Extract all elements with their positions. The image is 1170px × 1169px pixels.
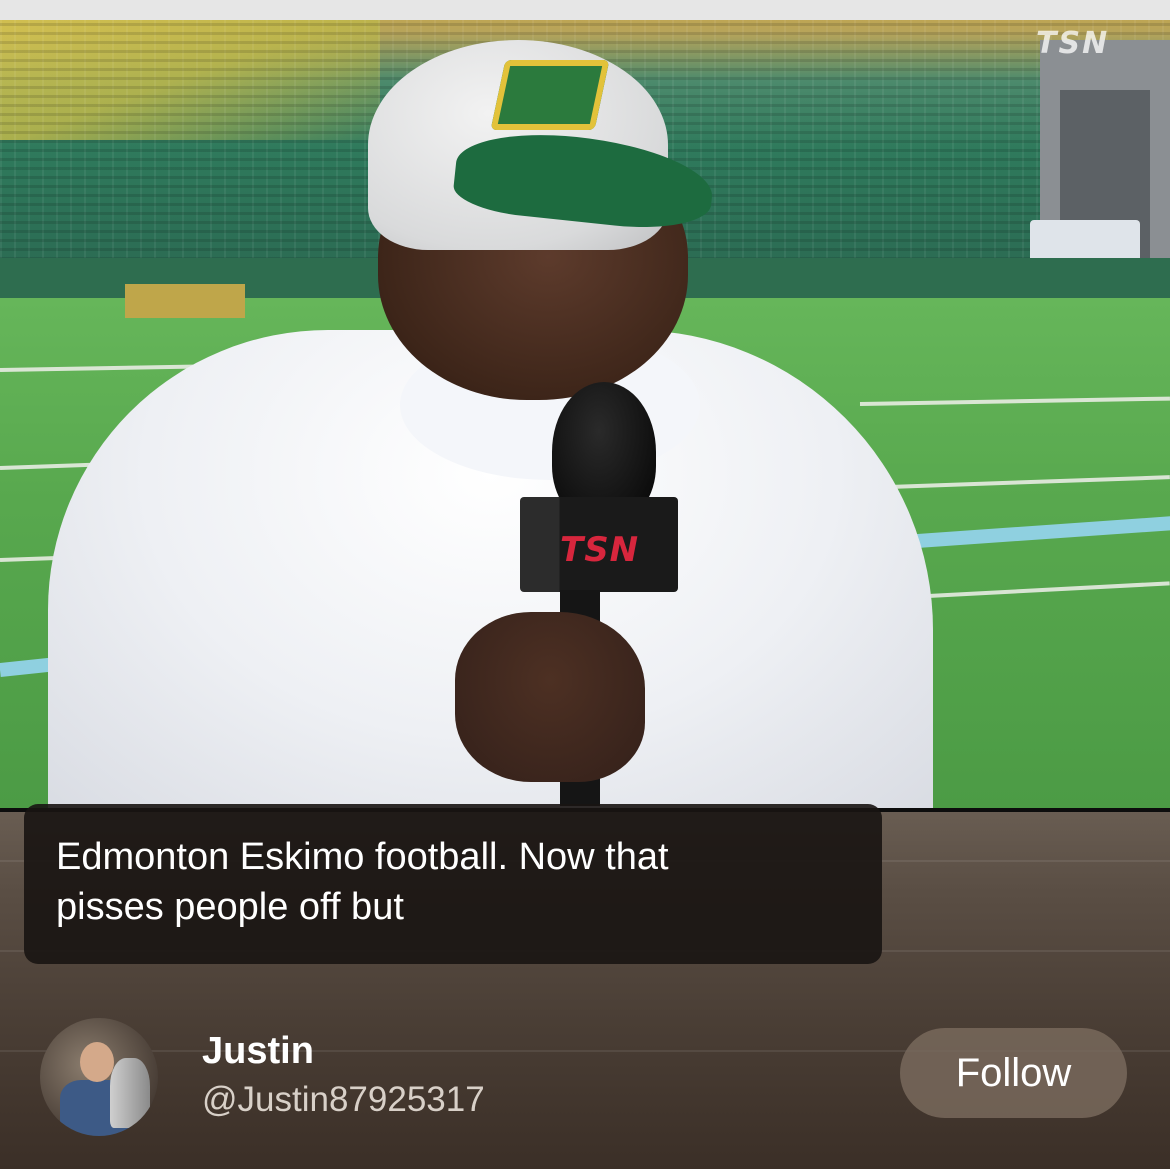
author-handle[interactable]: @Justin87925317 bbox=[202, 1080, 485, 1120]
tv-screen: TSN TSN bbox=[0, 0, 1170, 808]
avatar-face bbox=[80, 1042, 114, 1082]
sideline-sign bbox=[125, 284, 245, 318]
hand bbox=[455, 612, 645, 782]
trophy-icon bbox=[110, 1058, 150, 1128]
author-name[interactable]: Justin bbox=[202, 1030, 314, 1073]
tsn-logo: TSN bbox=[1036, 26, 1110, 61]
author-row: Justin @Justin87925317 Follow bbox=[0, 1010, 1170, 1140]
video-frame[interactable]: TSN TSN bbox=[0, 0, 1170, 1169]
mic-flag-logo: TSN bbox=[560, 530, 640, 570]
caption-line: pisses people off but bbox=[56, 886, 404, 928]
sky bbox=[0, 0, 1170, 20]
avatar[interactable] bbox=[40, 1018, 158, 1136]
follow-button[interactable]: Follow bbox=[900, 1028, 1127, 1118]
caption-bubble: Edmonton Eskimo football. Now that pisse… bbox=[24, 804, 882, 964]
caption-line: Edmonton Eskimo football. Now that bbox=[56, 836, 669, 878]
cap-logo-icon bbox=[490, 60, 610, 130]
